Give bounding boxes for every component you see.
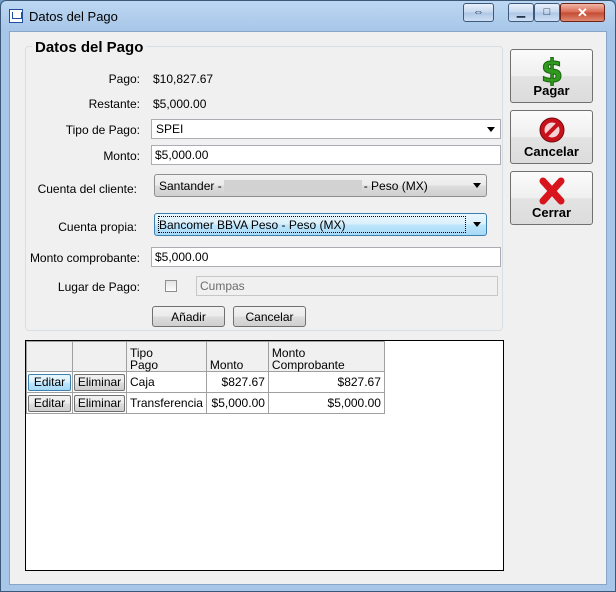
- monto-input[interactable]: $5,000.00: [151, 145, 501, 165]
- payment-window: Datos del Pago ⇔ ▁ □ ✕ Datos del Pago Pa…: [0, 0, 616, 592]
- minimize-button[interactable]: ▁: [508, 3, 534, 22]
- add-button[interactable]: Añadir: [152, 306, 225, 327]
- delete-cell: Eliminar: [72, 371, 127, 393]
- restante-label: Restante:: [88, 97, 140, 111]
- tipo-pago-value: SPEI: [156, 122, 184, 136]
- chevron-down-icon: [487, 127, 495, 132]
- monto-label: Monto:: [103, 149, 140, 163]
- svg-text:$: $: [541, 54, 563, 86]
- header-edit: [26, 341, 73, 372]
- tipo-pago-select[interactable]: SPEI: [151, 119, 501, 139]
- cuenta-propia-label: Cuenta propia:: [58, 220, 137, 234]
- minimize-icon: ▁: [516, 6, 526, 18]
- tipo-cell[interactable]: Transferencia: [126, 392, 207, 414]
- header-tipo-pago[interactable]: Tipo Pago: [126, 341, 207, 372]
- pagar-label: Pagar: [533, 83, 570, 98]
- monto-cell[interactable]: $827.67: [205, 371, 269, 393]
- edit-button[interactable]: Editar: [28, 394, 71, 412]
- restante-value: $5,000.00: [153, 97, 207, 111]
- cuenta-cliente-label: Cuenta del cliente:: [37, 182, 137, 196]
- close-x-icon: [539, 177, 565, 205]
- header-delete: [72, 341, 127, 372]
- delete-button[interactable]: Eliminar: [74, 394, 125, 412]
- comprobante-cell[interactable]: $5,000.00: [267, 392, 385, 414]
- lugar-pago-input[interactable]: Cumpas: [196, 276, 498, 296]
- monto-comprobante-input[interactable]: $5,000.00: [151, 247, 501, 267]
- client-area: Datos del Pago Pago: $10,827.67 Restante…: [9, 31, 607, 585]
- masked-account-number: [223, 179, 362, 192]
- close-icon: ✕: [577, 5, 588, 20]
- edit-cell: Editar: [26, 371, 73, 393]
- pago-label: Pago:: [108, 72, 140, 86]
- table-row[interactable]: Editar Eliminar Caja $827.67 $827.67: [26, 371, 385, 393]
- window-title: Datos del Pago: [29, 9, 118, 24]
- cuenta-propia-select[interactable]: Bancomer BBVA Peso - Peso (MX): [154, 213, 487, 236]
- cerrar-label: Cerrar: [531, 205, 572, 220]
- lugar-pago-checkbox[interactable]: [165, 280, 177, 292]
- close-button[interactable]: ✕: [560, 3, 605, 22]
- payment-group: Datos del Pago Pago: $10,827.67 Restante…: [25, 39, 503, 331]
- cuenta-cliente-suffix: - Peso (MX): [363, 178, 428, 193]
- double-arrow-icon: ⇔: [473, 6, 484, 18]
- edit-cell: Editar: [26, 392, 73, 414]
- cancel-icon: [539, 117, 565, 143]
- chevron-down-icon: [473, 183, 481, 188]
- payments-grid: Tipo Pago Monto Monto Comprobante Editar…: [25, 340, 504, 571]
- app-icon: [9, 9, 23, 23]
- cancelar-button[interactable]: Cancelar: [510, 110, 593, 164]
- group-title: Datos del Pago: [32, 39, 147, 56]
- comprobante-cell[interactable]: $827.67: [267, 371, 385, 393]
- maximize-button[interactable]: □: [534, 3, 560, 22]
- focus-rect: [158, 216, 466, 233]
- monto-cell[interactable]: $5,000.00: [205, 392, 269, 414]
- cuenta-cliente-select[interactable]: Santander - - Peso (MX): [154, 174, 487, 197]
- delete-button[interactable]: Eliminar: [74, 373, 125, 391]
- delete-cell: Eliminar: [72, 392, 127, 414]
- header-row: Tipo Pago Monto Monto Comprobante: [26, 341, 385, 372]
- header-monto[interactable]: Monto: [205, 341, 269, 372]
- tipo-pago-label: Tipo de Pago:: [65, 123, 140, 137]
- payments-table: Tipo Pago Monto Monto Comprobante Editar…: [26, 341, 385, 414]
- dollar-icon: $: [540, 54, 563, 86]
- resize-button[interactable]: ⇔: [463, 3, 494, 22]
- table-row[interactable]: Editar Eliminar Transferencia $5,000.00 …: [26, 392, 385, 414]
- edit-button[interactable]: Editar: [28, 373, 71, 391]
- title-bar[interactable]: Datos del Pago ⇔ ▁ □ ✕: [1, 1, 615, 31]
- cancelar-label: Cancelar: [524, 144, 579, 159]
- tipo-cell[interactable]: Caja: [126, 371, 207, 393]
- lugar-pago-label: Lugar de Pago:: [57, 280, 140, 294]
- chevron-down-icon: [473, 222, 481, 227]
- cerrar-button[interactable]: Cerrar: [510, 171, 593, 225]
- cuenta-cliente-prefix: Santander -: [159, 178, 222, 193]
- maximize-icon: □: [543, 6, 551, 18]
- monto-comprobante-label: Monto comprobante:: [29, 251, 140, 265]
- form-cancel-button[interactable]: Cancelar: [233, 306, 306, 327]
- pago-value: $10,827.67: [153, 72, 214, 86]
- pagar-button[interactable]: $ Pagar: [510, 49, 593, 103]
- header-monto-comprobante[interactable]: Monto Comprobante: [267, 341, 385, 372]
